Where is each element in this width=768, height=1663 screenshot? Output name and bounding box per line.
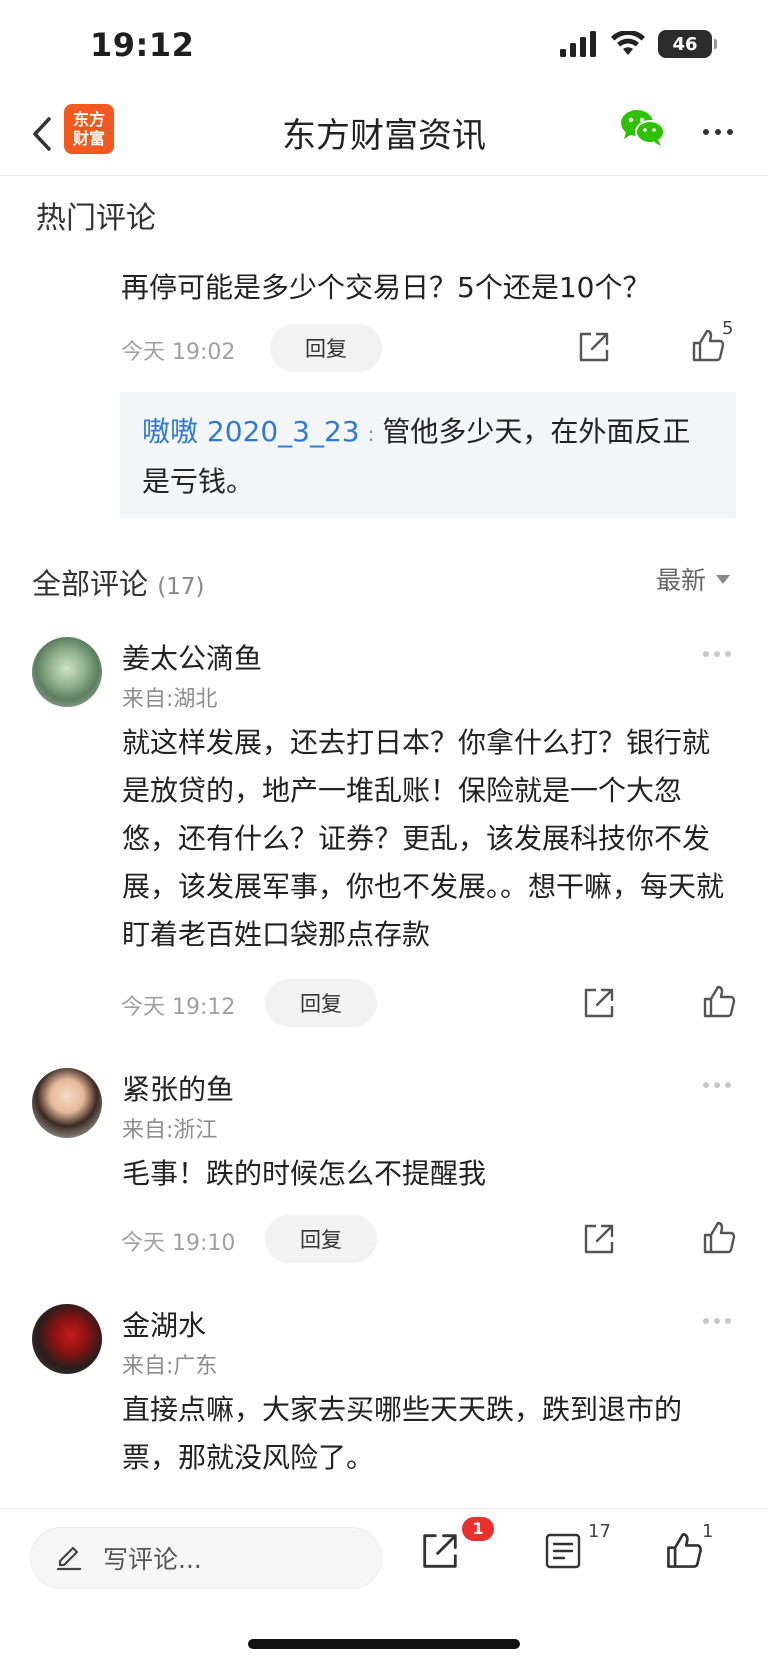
hot-comments-heading: 热门评论 [36,201,156,236]
comment-more-button[interactable] [703,1082,737,1094]
share-icon [584,988,614,1018]
comment-text: 就这样发展，还去打日本？你拿什么打？银行就是放贷的，地产一堆乱账！保险就是一个大… [122,726,725,951]
comment-author[interactable]: 金湖水 [122,1304,206,1344]
hot-comment-text: 再停可能是多少个交易日？5个还是10个？ [121,271,651,304]
bottom-bar: 写评论... 1 17 1 [0,1508,768,1663]
like-icon [667,1533,702,1568]
sort-dropdown[interactable]: 最新 [656,561,730,597]
comment-author[interactable]: 姜太公滴鱼 [122,637,262,677]
like-icon [703,1221,736,1254]
nav-bar: 东方 财富 东方财富资讯 [0,92,768,176]
comment-share-button[interactable] [582,1222,616,1260]
hot-comment-like-button[interactable] [690,328,726,368]
comment-location: 来自:浙江 [122,1118,218,1143]
avatar[interactable] [32,1068,102,1138]
comment-more-button[interactable] [703,1318,737,1330]
comment-location: 来自:广东 [122,1354,218,1379]
all-comments-heading: 全部评论 (17) [32,561,204,603]
comment-like-button[interactable] [701,984,737,1024]
avatar[interactable] [32,1304,102,1374]
all-comments-label: 全部评论 [32,567,149,601]
share-article-button[interactable] [420,1531,460,1575]
comment-author[interactable]: 紧张的鱼 [122,1068,234,1108]
like-icon [692,329,725,362]
hot-comment-share-button[interactable] [577,330,611,368]
status-time: 19:12 [90,26,195,64]
more-icon [703,1082,731,1094]
status-icons: 46 [560,30,717,58]
quote-username[interactable]: 嗷嗷 2020_3_23 [142,415,360,448]
comments-button[interactable] [544,1531,582,1575]
comment-more-button[interactable] [703,651,737,663]
like-article-button[interactable] [664,1531,704,1575]
comment-count: 17 [588,1521,611,1542]
hot-comment-quote: 嗷嗷 2020_3_23: 管他多少天，在外面反正是亏钱。 [120,392,736,518]
comment-reply-button[interactable]: 回复 [265,979,377,1027]
wechat-share-button[interactable] [620,108,666,152]
comment-text: 直接点嘛，大家去买哪些天天跌，跌到退市的票，那就没风险了。 [122,1393,683,1474]
comment-time: 今天 19:10 [121,1231,236,1256]
more-button[interactable] [696,112,740,152]
comment-share-button[interactable] [582,986,616,1024]
comment-like-button[interactable] [701,1220,737,1260]
sort-label: 最新 [655,566,706,595]
like-icon [703,985,736,1018]
all-comments-count: (17) [157,574,205,600]
comment-time: 今天 19:12 [121,995,236,1020]
quote-colon: : [367,422,375,446]
comment-text: 毛事！跌的时候怎么不提醒我 [122,1157,487,1190]
hot-comment-reply-button[interactable]: 回复 [270,324,382,372]
wifi-icon [611,31,645,55]
hot-comment-like-count: 5 [722,318,734,339]
comment-reply-button[interactable]: 回复 [265,1215,377,1263]
avatar[interactable] [32,637,102,707]
chevron-down-icon [716,574,730,584]
signal-icon [560,31,596,57]
write-comment-placeholder: 写评论... [103,1545,202,1574]
battery-indicator: 46 [658,30,717,58]
hot-comment-time: 今天 19:02 [121,340,236,365]
like-count: 1 [702,1521,714,1542]
comment-location: 来自:湖北 [122,687,218,712]
pencil-icon [56,1546,82,1571]
share-icon [584,1224,614,1254]
write-comment-input[interactable]: 写评论... [30,1527,382,1589]
share-badge: 1 [462,1517,494,1541]
comments-icon [545,1533,581,1569]
status-bar: 19:12 46 [0,0,768,88]
more-icon [703,129,733,135]
share-icon [423,1534,457,1568]
wechat-icon [621,110,665,146]
more-icon [703,651,731,663]
home-indicator [248,1639,520,1649]
more-icon [703,1318,731,1330]
share-icon [579,332,609,362]
